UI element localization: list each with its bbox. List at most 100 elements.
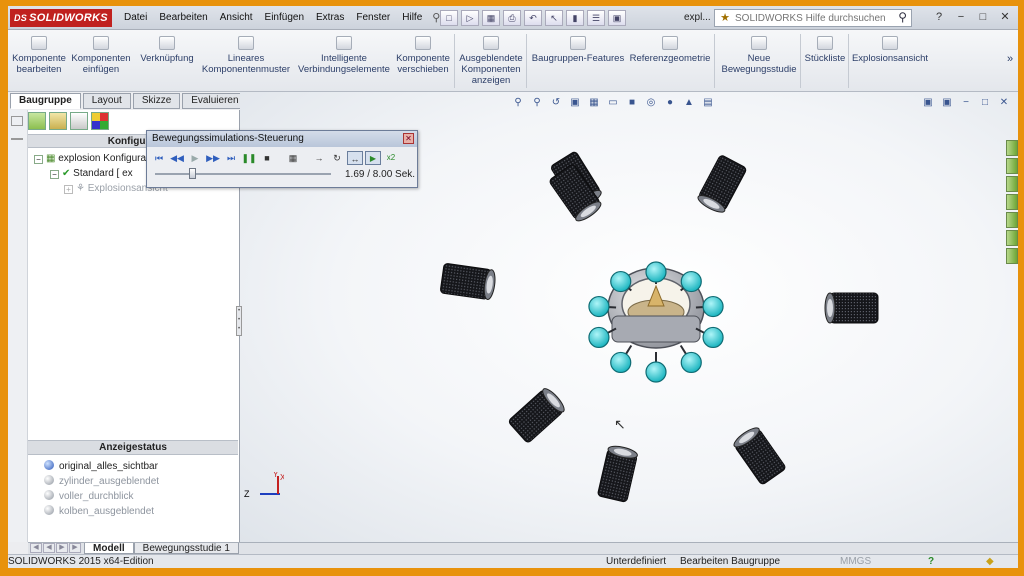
playback-reciprocate-icon[interactable]: ↔ bbox=[347, 151, 363, 165]
menu-hilfe[interactable]: Hilfe bbox=[396, 6, 428, 30]
rebuild-icon[interactable]: ▮ bbox=[566, 10, 584, 26]
motion-slider-thumb[interactable] bbox=[188, 168, 196, 179]
slow-playback-icon[interactable]: ▶ bbox=[365, 151, 381, 165]
prev-tab-icon[interactable]: ◀ bbox=[43, 543, 55, 553]
undo-icon[interactable]: ↶ bbox=[524, 10, 542, 26]
maximize-button[interactable]: □ bbox=[974, 9, 992, 25]
minimize-button[interactable]: − bbox=[952, 9, 970, 25]
close-button[interactable]: ✕ bbox=[996, 9, 1014, 25]
menu-bearbeiten[interactable]: Bearbeiten bbox=[153, 6, 213, 30]
menu-einfuegen[interactable]: Einfügen bbox=[259, 6, 310, 30]
ribbon-overflow-icon[interactable]: » bbox=[1004, 54, 1016, 68]
show-hidden-components-button[interactable]: Ausgeblendete Komponenten anzeigen bbox=[458, 32, 524, 90]
collapse-icon[interactable]: − bbox=[50, 170, 59, 179]
property-icon[interactable] bbox=[11, 134, 23, 140]
status-help-icon[interactable]: ? bbox=[928, 555, 934, 568]
status-product-version: SOLIDWORKS 2015 x64-Edition bbox=[8, 556, 154, 567]
new-document-icon[interactable]: □ bbox=[440, 10, 458, 26]
select-icon[interactable]: ↖ bbox=[545, 10, 563, 26]
step-forward-icon[interactable]: ▶▶ bbox=[205, 151, 221, 165]
display-state-item[interactable]: kolben_ausgeblendet bbox=[44, 505, 154, 518]
close-icon[interactable]: ✕ bbox=[403, 133, 414, 144]
smart-fasteners-label: Intelligente Verbindungselemente bbox=[298, 53, 390, 75]
file-properties-icon[interactable]: ▣ bbox=[608, 10, 626, 26]
triad-x-label: X bbox=[280, 473, 284, 482]
tab-skizze[interactable]: Skizze bbox=[132, 93, 181, 109]
save-animation-icon[interactable]: ▦ bbox=[285, 151, 301, 165]
panel-collapse-handle[interactable]: • • • bbox=[236, 306, 242, 336]
piston-part bbox=[588, 295, 610, 318]
collapse-icon[interactable]: − bbox=[34, 155, 43, 164]
step-back-icon[interactable]: ◀◀ bbox=[169, 151, 185, 165]
linear-pattern-button[interactable]: Lineares Komponentenmuster bbox=[200, 32, 292, 90]
menu-datei[interactable]: Datei bbox=[118, 6, 153, 30]
new-motion-study-icon bbox=[751, 36, 767, 50]
pause-icon[interactable]: ❚❚ bbox=[241, 151, 257, 165]
fast-playback-button[interactable]: x2 bbox=[383, 151, 399, 165]
next-tab-icon[interactable]: ▶ bbox=[56, 543, 68, 553]
smart-fasteners-icon bbox=[336, 36, 352, 50]
motion-progress-slider[interactable] bbox=[155, 168, 331, 179]
triad-z-label: Z bbox=[244, 489, 250, 499]
play-icon[interactable]: ▶ bbox=[187, 151, 203, 165]
bom-button[interactable]: Stückliste bbox=[802, 32, 848, 90]
smart-fasteners-button[interactable]: Intelligente Verbindungselemente bbox=[294, 32, 394, 90]
tab-model[interactable]: Modell bbox=[84, 543, 134, 554]
crankcase-lower bbox=[611, 315, 701, 343]
tree-item-root[interactable]: − ▦ explosion Konfigura bbox=[34, 153, 146, 164]
tab-motion-study[interactable]: Bewegungsstudie 1 bbox=[133, 543, 239, 554]
edit-component-button[interactable]: Komponente bearbeiten bbox=[8, 32, 70, 90]
rewind-to-start-icon[interactable]: ⏮ bbox=[151, 151, 167, 165]
mate-button[interactable]: Verknüpfung bbox=[136, 32, 198, 90]
search-icon[interactable]: ⚲ bbox=[898, 10, 907, 24]
panel-icon-strip bbox=[8, 110, 28, 542]
fast-forward-to-end-icon[interactable]: ⏭ bbox=[223, 151, 239, 165]
save-icon[interactable]: ▦ bbox=[482, 10, 500, 26]
new-motion-study-button[interactable]: Neue Bewegungsstudie bbox=[718, 32, 800, 90]
cylinder-part bbox=[697, 155, 747, 213]
feature-tree-icon[interactable] bbox=[11, 116, 23, 126]
display-state-item[interactable]: zylinder_ausgeblendet bbox=[44, 475, 159, 488]
reference-geometry-button[interactable]: Referenzgeometrie bbox=[628, 32, 712, 90]
status-tag-icon[interactable]: ◆ bbox=[986, 555, 994, 568]
solidworks-logo[interactable]: DS SOLIDWORKS bbox=[10, 9, 112, 27]
feature-manager-icon[interactable] bbox=[28, 112, 46, 130]
property-manager-icon[interactable] bbox=[49, 112, 67, 130]
edit-component-icon bbox=[31, 36, 47, 50]
tab-baugruppe[interactable]: Baugruppe bbox=[10, 93, 81, 109]
help-search-input[interactable] bbox=[735, 12, 885, 24]
tab-layout[interactable]: Layout bbox=[82, 93, 131, 109]
help-search-box[interactable]: ★ ⚲ bbox=[714, 9, 912, 27]
stop-icon[interactable]: ■ bbox=[259, 151, 275, 165]
insert-components-label: Komponenten einfügen bbox=[71, 53, 131, 75]
menu-fenster[interactable]: Fenster bbox=[350, 6, 396, 30]
tree-item-standard[interactable]: − ✔ Standard [ ex bbox=[50, 168, 133, 179]
help-icon[interactable]: ? bbox=[930, 9, 948, 25]
linear-pattern-icon bbox=[238, 36, 254, 50]
configuration-manager-icon[interactable] bbox=[70, 112, 88, 130]
display-state-item[interactable]: voller_durchblick bbox=[44, 490, 133, 503]
menu-ansicht[interactable]: Ansicht bbox=[214, 6, 259, 30]
options-icon[interactable]: ☰ bbox=[587, 10, 605, 26]
piston-part bbox=[645, 261, 667, 283]
last-tab-icon[interactable]: ▶ bbox=[69, 543, 81, 553]
display-manager-icon[interactable] bbox=[91, 112, 109, 130]
motion-simulation-dialog[interactable]: Bewegungssimulations-Steuerung ✕ ⏮ ◀◀ ▶ … bbox=[146, 130, 418, 188]
insert-components-button[interactable]: Komponenten einfügen bbox=[70, 32, 132, 90]
playback-normal-icon[interactable]: → bbox=[311, 151, 327, 165]
status-units[interactable]: MMGS bbox=[840, 555, 871, 568]
first-tab-icon[interactable]: ◀ bbox=[30, 543, 42, 553]
exploded-view-button[interactable]: Explosionsansicht bbox=[850, 32, 930, 90]
menu-extras[interactable]: Extras bbox=[310, 6, 350, 30]
assembly-features-label: Baugruppen-Features bbox=[531, 53, 625, 64]
tab-evaluieren[interactable]: Evaluieren bbox=[182, 93, 248, 109]
cylinder-part bbox=[733, 427, 786, 485]
assembly-features-button[interactable]: Baugruppen-Features bbox=[530, 32, 626, 90]
move-component-button[interactable]: Komponente verschieben bbox=[392, 32, 454, 90]
print-icon[interactable]: ⎙ bbox=[503, 10, 521, 26]
playback-loop-icon[interactable]: ↻ bbox=[329, 151, 345, 165]
display-state-item[interactable]: original_alles_sichtbar bbox=[44, 460, 158, 473]
open-icon[interactable]: ▷ bbox=[461, 10, 479, 26]
toolbar-separator bbox=[303, 151, 309, 165]
expand-icon[interactable]: + bbox=[64, 185, 73, 194]
